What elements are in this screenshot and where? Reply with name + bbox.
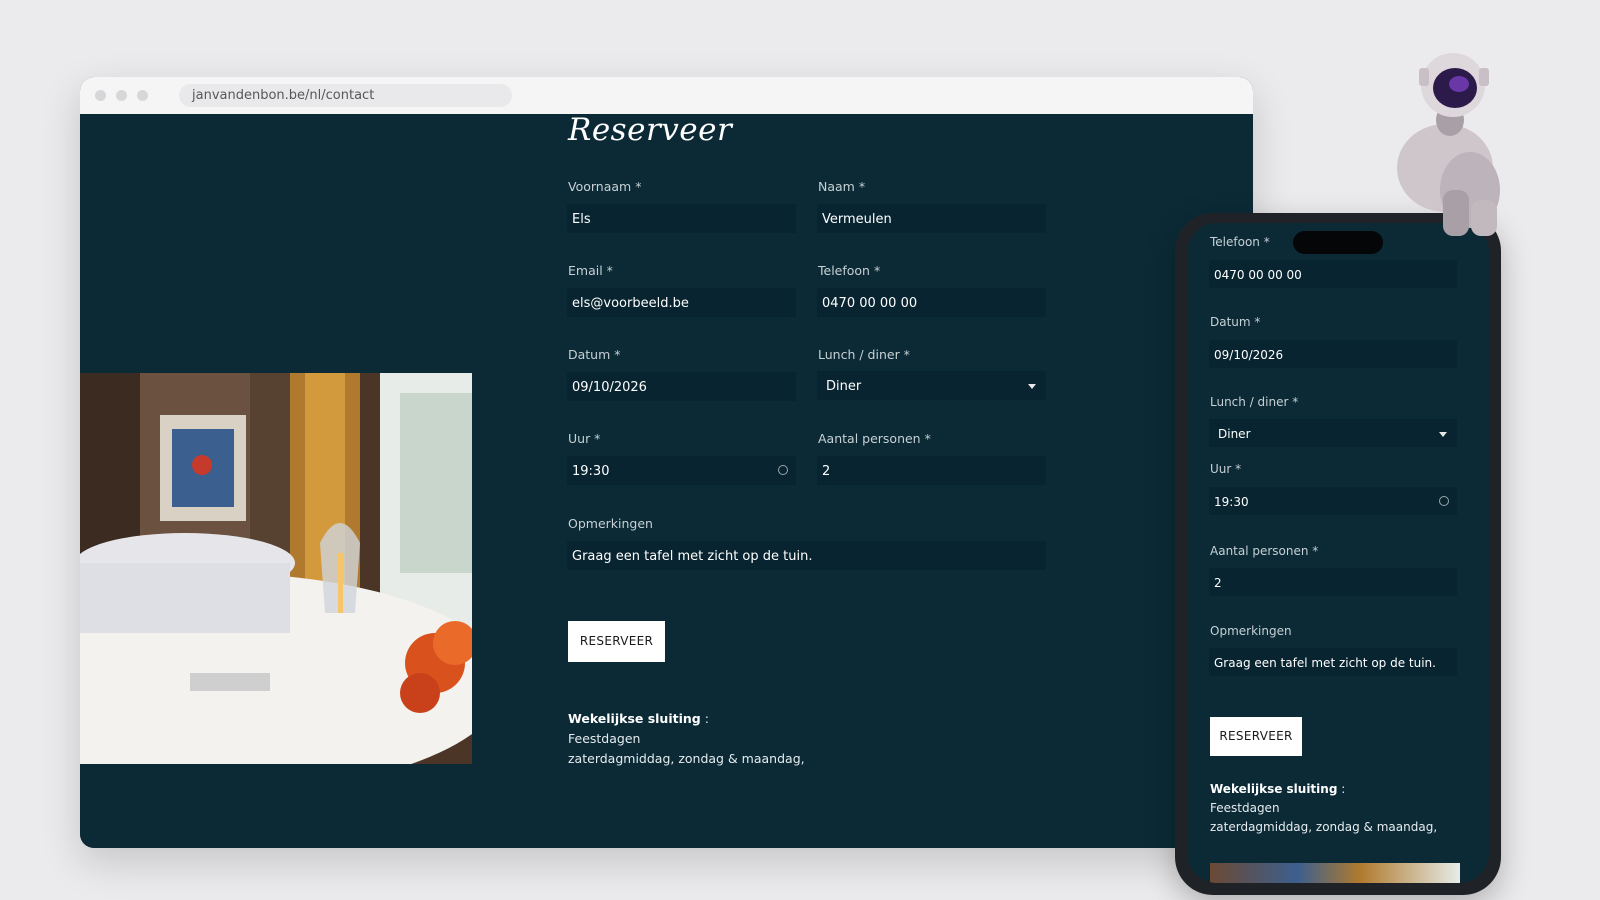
mobile-closing-heading: Wekelijkse sluiting xyxy=(1210,782,1338,796)
mobile-opmerkingen-label: Opmerkingen xyxy=(1210,624,1292,638)
mobile-reserveer-button[interactable]: RESERVEER xyxy=(1210,717,1302,756)
lunch-diner-label: Lunch / diner * xyxy=(818,347,910,362)
naam-label: Naam * xyxy=(818,179,866,194)
mobile-closing-line-2: zaterdagmiddag, zondag & maandag, xyxy=(1210,820,1438,834)
chevron-down-icon xyxy=(1028,384,1036,389)
phone-mockup: Telefoon * 0470 00 00 00 Datum * 09/10/2… xyxy=(1175,213,1501,895)
uur-value: 19:30 xyxy=(572,464,610,479)
mobile-telefoon-label: Telefoon * xyxy=(1210,235,1270,249)
closing-heading: Wekelijkse sluiting xyxy=(568,711,701,726)
mobile-lunch-diner-select[interactable]: Diner xyxy=(1208,418,1458,448)
datum-label: Datum * xyxy=(568,347,621,362)
aantal-label: Aantal personen * xyxy=(818,431,931,446)
mobile-uur-input[interactable]: 19:30 xyxy=(1208,486,1458,516)
restaurant-photo xyxy=(80,373,472,764)
mobile-restaurant-photo xyxy=(1210,863,1460,883)
uur-label: Uur * xyxy=(568,431,601,446)
mobile-datum-input[interactable]: 09/10/2026 xyxy=(1208,339,1458,369)
telefoon-label: Telefoon * xyxy=(818,263,881,278)
address-bar[interactable]: janvandenbon.be/nl/contact xyxy=(179,84,512,107)
mobile-uur-label: Uur * xyxy=(1210,462,1242,476)
closing-info: Wekelijkse sluiting : Feestdagen zaterda… xyxy=(568,709,805,769)
aantal-input[interactable]: 2 xyxy=(816,455,1047,486)
window-minimize-dot[interactable] xyxy=(116,90,127,101)
mobile-closing-line-1: Feestdagen xyxy=(1210,801,1280,815)
mobile-telefoon-input[interactable]: 0470 00 00 00 xyxy=(1208,259,1458,289)
lunch-diner-select[interactable]: Diner xyxy=(816,370,1047,401)
mobile-aantal-label: Aantal personen * xyxy=(1210,544,1319,558)
telefoon-input[interactable]: 0470 00 00 00 xyxy=(816,287,1047,318)
mobile-opmerkingen-input[interactable]: Graag een tafel met zicht op de tuin. xyxy=(1208,647,1458,677)
reserveer-button[interactable]: RESERVEER xyxy=(568,621,665,662)
browser-toolbar: janvandenbon.be/nl/contact xyxy=(80,77,1253,115)
window-close-dot[interactable] xyxy=(95,90,106,101)
mobile-datum-label: Datum * xyxy=(1210,315,1261,329)
closing-separator: : xyxy=(704,711,709,726)
opmerkingen-input[interactable]: Graag een tafel met zicht op de tuin. xyxy=(566,540,1047,571)
mobile-aantal-input[interactable]: 2 xyxy=(1208,567,1458,597)
uur-input[interactable]: 19:30 xyxy=(566,455,797,486)
phone-notch xyxy=(1293,231,1383,254)
mobile-closing-info: Wekelijkse sluiting : Feestdagen zaterda… xyxy=(1210,780,1437,837)
page-title: Reserveer xyxy=(568,114,733,148)
window-maximize-dot[interactable] xyxy=(137,90,148,101)
astronaut-illustration xyxy=(1397,53,1500,236)
email-label: Email * xyxy=(568,263,613,278)
mobile-lunch-diner-label: Lunch / diner * xyxy=(1210,395,1299,409)
lunch-diner-value: Diner xyxy=(826,379,862,394)
mobile-uur-value: 19:30 xyxy=(1214,495,1249,509)
browser-window: janvandenbon.be/nl/contact Reserveer Voo… xyxy=(80,77,1253,848)
phone-screen: Telefoon * 0470 00 00 00 Datum * 09/10/2… xyxy=(1187,223,1489,883)
chevron-down-icon xyxy=(1439,432,1447,437)
email-input[interactable]: els@voorbeeld.be xyxy=(566,287,797,318)
closing-line-2: zaterdagmiddag, zondag & maandag, xyxy=(568,751,805,766)
mobile-closing-separator: : xyxy=(1341,782,1346,796)
closing-line-1: Feestdagen xyxy=(568,731,641,746)
mobile-lunch-diner-value: Diner xyxy=(1218,427,1251,441)
opmerkingen-label: Opmerkingen xyxy=(568,516,653,531)
naam-input[interactable]: Vermeulen xyxy=(816,203,1047,234)
reservation-page: Reserveer Voornaam * Els Naam * Vermeule… xyxy=(80,114,1253,848)
voornaam-label: Voornaam * xyxy=(568,179,642,194)
datum-input[interactable]: 09/10/2026 xyxy=(566,371,797,402)
clock-icon[interactable] xyxy=(1439,496,1449,506)
voornaam-input[interactable]: Els xyxy=(566,203,797,234)
clock-icon[interactable] xyxy=(778,465,788,475)
